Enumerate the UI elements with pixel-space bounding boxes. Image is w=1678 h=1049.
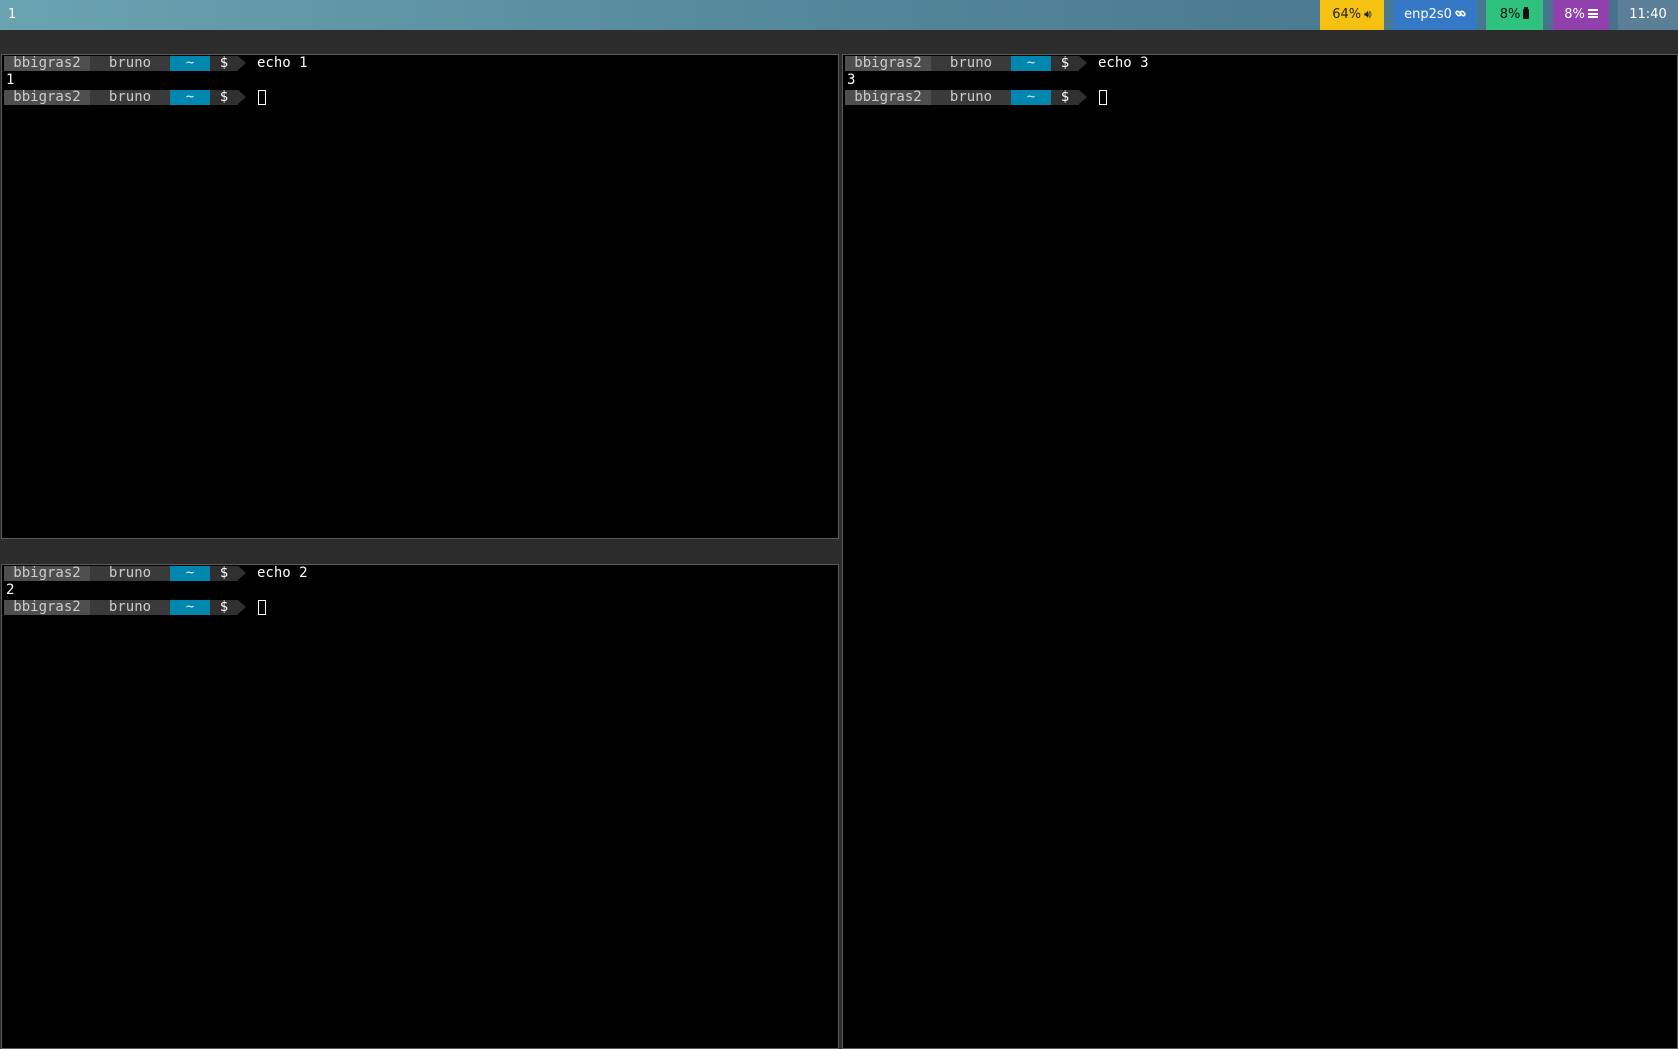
command-text: echo 1 [257,55,308,71]
terminal-pane-3[interactable]: bbigras2 bruno ~ $ echo 3 3 bbigras2 bru… [842,54,1678,1049]
prompt-symbol: $ [1051,90,1079,105]
prompt-host: bbigras2 [845,90,931,105]
prompt-user: bruno [90,600,170,615]
prompt-dir: ~ [1011,56,1051,71]
prompt-line: bbigras2 bruno ~ $ echo 2 [2,565,838,582]
prompt-dir: ~ [170,566,210,581]
prompt-host: bbigras2 [4,56,90,71]
clock: 11:40 [1629,7,1667,22]
status-bar: 1 64% 🔊︎ enp2s0 8% 8% 11:40 [0,0,1678,30]
prompt-symbol: $ [1051,56,1079,71]
terminal-pane-2[interactable]: bbigras2 bruno ~ $ echo 2 2 bbigras2 bru… [1,564,839,1049]
prompt-line: bbigras2 bruno ~ $ echo 1 [2,55,838,72]
prompt-separator-icon [238,566,246,580]
prompt-host: bbigras2 [4,90,90,105]
menu-icon [1587,9,1598,18]
network-block[interactable]: enp2s0 [1393,0,1477,30]
prompt-user: bruno [931,90,1011,105]
prompt-user: bruno [931,56,1011,71]
prompt-user: bruno [90,56,170,71]
prompt-host: bbigras2 [4,566,90,581]
prompt-host: bbigras2 [845,56,931,71]
command-output: 2 [6,582,15,598]
prompt-dir: ~ [170,56,210,71]
prompt-symbol: $ [210,56,238,71]
cpu-icon [1523,7,1530,19]
clock-block[interactable]: 11:40 [1618,0,1678,30]
cpu-value: 8% [1499,7,1521,22]
prompt-dir: ~ [170,90,210,105]
terminal-pane-1[interactable]: bbigras2 bruno ~ $ echo 1 1 bbigras2 bru… [1,54,839,539]
link-icon [1455,0,1466,29]
prompt-line[interactable]: bbigras2 bruno ~ $ [2,89,838,106]
network-interface: enp2s0 [1404,7,1452,22]
speaker-icon: 🔊︎ [1364,7,1372,21]
prompt-line[interactable]: bbigras2 bruno ~ $ [843,89,1677,106]
cursor[interactable] [258,600,266,615]
prompt-user: bruno [90,90,170,105]
command-output: 3 [847,72,856,88]
prompt-separator-icon [238,600,246,614]
volume-block[interactable]: 64% 🔊︎ [1320,0,1384,30]
volume-value: 64% [1332,7,1362,22]
prompt-separator-icon [1079,90,1087,104]
prompt-separator-icon [238,56,246,70]
prompt-separator-icon [1079,56,1087,70]
prompt-dir: ~ [170,600,210,615]
memory-value: 8% [1564,7,1585,22]
cpu-block[interactable]: 8% [1486,0,1543,30]
prompt-separator-icon [238,90,246,104]
prompt-dir: ~ [1011,90,1051,105]
memory-block[interactable]: 8% [1553,0,1609,30]
prompt-symbol: $ [210,90,238,105]
workspace-indicator[interactable]: 1 [8,0,16,30]
prompt-symbol: $ [210,600,238,615]
command-output: 1 [6,72,15,88]
command-text: echo 2 [257,565,308,581]
command-text: echo 3 [1098,55,1149,71]
prompt-line: bbigras2 bruno ~ $ echo 3 [843,55,1677,72]
prompt-symbol: $ [210,566,238,581]
cursor[interactable] [1099,90,1107,105]
prompt-line[interactable]: bbigras2 bruno ~ $ [2,599,838,616]
prompt-host: bbigras2 [4,600,90,615]
cursor[interactable] [258,90,266,105]
prompt-user: bruno [90,566,170,581]
